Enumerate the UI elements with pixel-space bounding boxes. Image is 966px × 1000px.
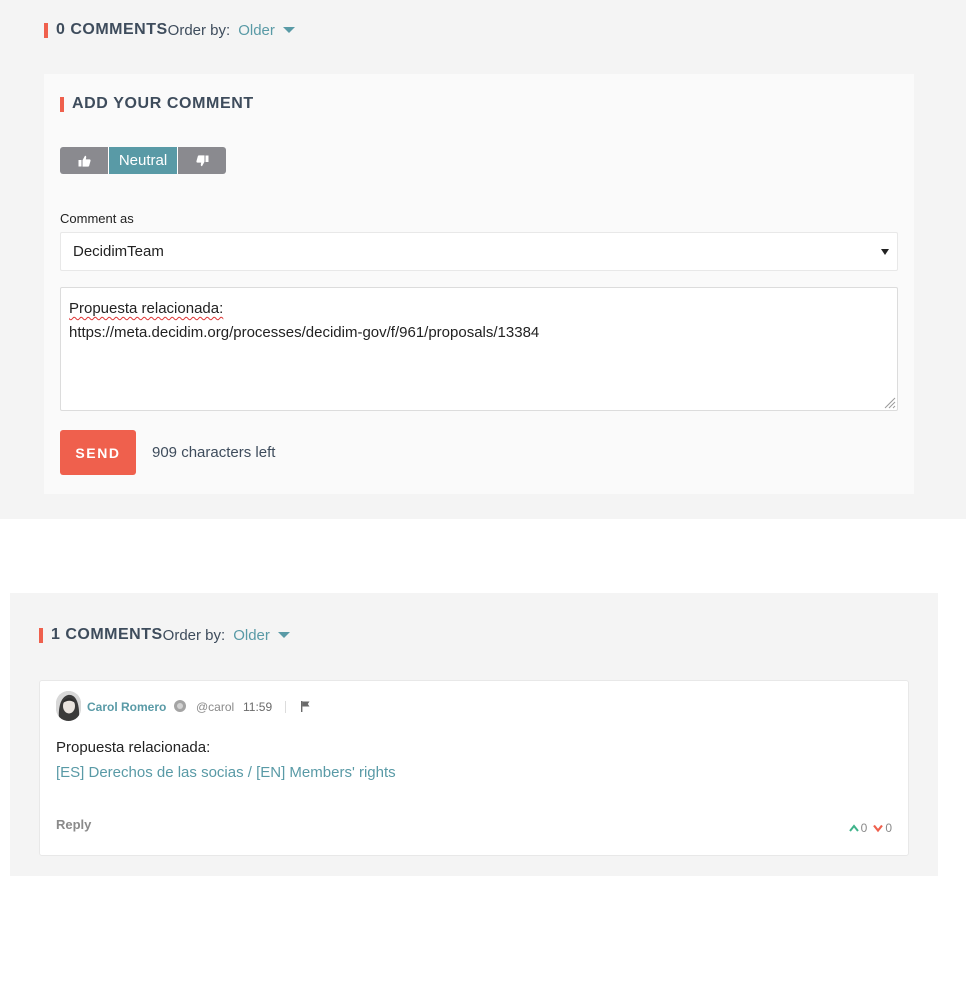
textarea-line: https://meta.decidim.org/processes/decid… <box>69 324 540 341</box>
caret-down-icon <box>282 27 295 33</box>
comment-as-select[interactable]: DecidimTeam <box>60 232 898 271</box>
textarea-line: Propuesta relacionada: <box>69 300 224 317</box>
add-comment-title: ADD YOUR COMMENT <box>60 95 254 113</box>
comment-body-link[interactable]: [ES] Derechos de las socias / [EN] Membe… <box>56 764 396 781</box>
comment-time: 11:59 <box>243 700 273 714</box>
author-name[interactable]: Carol Romero <box>87 700 166 714</box>
send-button[interactable]: SEND <box>60 430 136 475</box>
flag-icon[interactable] <box>301 701 310 712</box>
comments-header: 0 COMMENTS Order by: Older <box>44 21 295 39</box>
comment-as-label: Comment as <box>60 211 134 226</box>
upvote-count: 0 <box>860 821 868 835</box>
reply-button[interactable]: Reply <box>56 817 91 832</box>
comments-panel-top: 0 COMMENTS Order by: Older ADD YOUR COMM… <box>0 0 966 519</box>
separator <box>285 701 286 713</box>
author-nickname: @carol <box>196 700 235 714</box>
order-by-value: Older <box>233 626 270 644</box>
vote-controls: 0 0 <box>845 821 892 835</box>
downvote-count: 0 <box>885 821 892 835</box>
order-by-label: Order by: <box>162 626 226 644</box>
order-by-label: Order by: <box>167 21 231 39</box>
thumbs-down-icon <box>195 154 208 166</box>
verified-badge-icon <box>174 700 186 712</box>
comments-count: 1 COMMENTS <box>51 626 163 643</box>
avatar-image <box>56 691 81 721</box>
heart-down-icon <box>873 824 884 832</box>
comment-as-value: DecidimTeam <box>73 243 164 260</box>
chevron-up-icon <box>848 824 859 832</box>
comments-count: 0 COMMENTS <box>56 21 168 38</box>
add-comment-form: ADD YOUR COMMENT Neutral Comment as Deci… <box>44 74 914 494</box>
resize-handle-icon[interactable] <box>882 395 896 409</box>
comment-card: Carol Romero @carol 11:59 Propuesta rela… <box>39 680 909 856</box>
neutral-button[interactable]: Neutral <box>109 147 178 174</box>
thumbs-up-icon <box>78 155 91 167</box>
comment-textarea[interactable]: Propuesta relacionada: https://meta.deci… <box>60 287 898 411</box>
order-by-value: Older <box>238 21 275 39</box>
comment-body-text: Propuesta relacionada: <box>56 739 211 756</box>
order-by-dropdown[interactable]: Older <box>233 627 290 644</box>
caret-down-icon <box>277 632 290 638</box>
upvote-button[interactable]: 0 <box>848 821 868 835</box>
add-comment-heading: ADD YOUR COMMENT <box>72 95 254 112</box>
neutral-label: Neutral <box>118 152 168 169</box>
avatar[interactable] <box>56 691 81 721</box>
thumbs-down-button[interactable] <box>178 147 226 174</box>
order-by-dropdown[interactable]: Older <box>238 22 295 39</box>
caret-down-icon <box>881 249 889 255</box>
accent-bar <box>44 22 48 38</box>
thumbs-up-button[interactable] <box>60 147 109 174</box>
alignment-selector: Neutral <box>60 147 226 174</box>
characters-left: 909 characters left <box>152 444 276 461</box>
accent-bar <box>60 96 64 112</box>
downvote-button[interactable]: 0 <box>873 821 892 835</box>
accent-bar <box>39 627 43 643</box>
comments-header: 1 COMMENTS Order by: Older <box>39 626 290 644</box>
